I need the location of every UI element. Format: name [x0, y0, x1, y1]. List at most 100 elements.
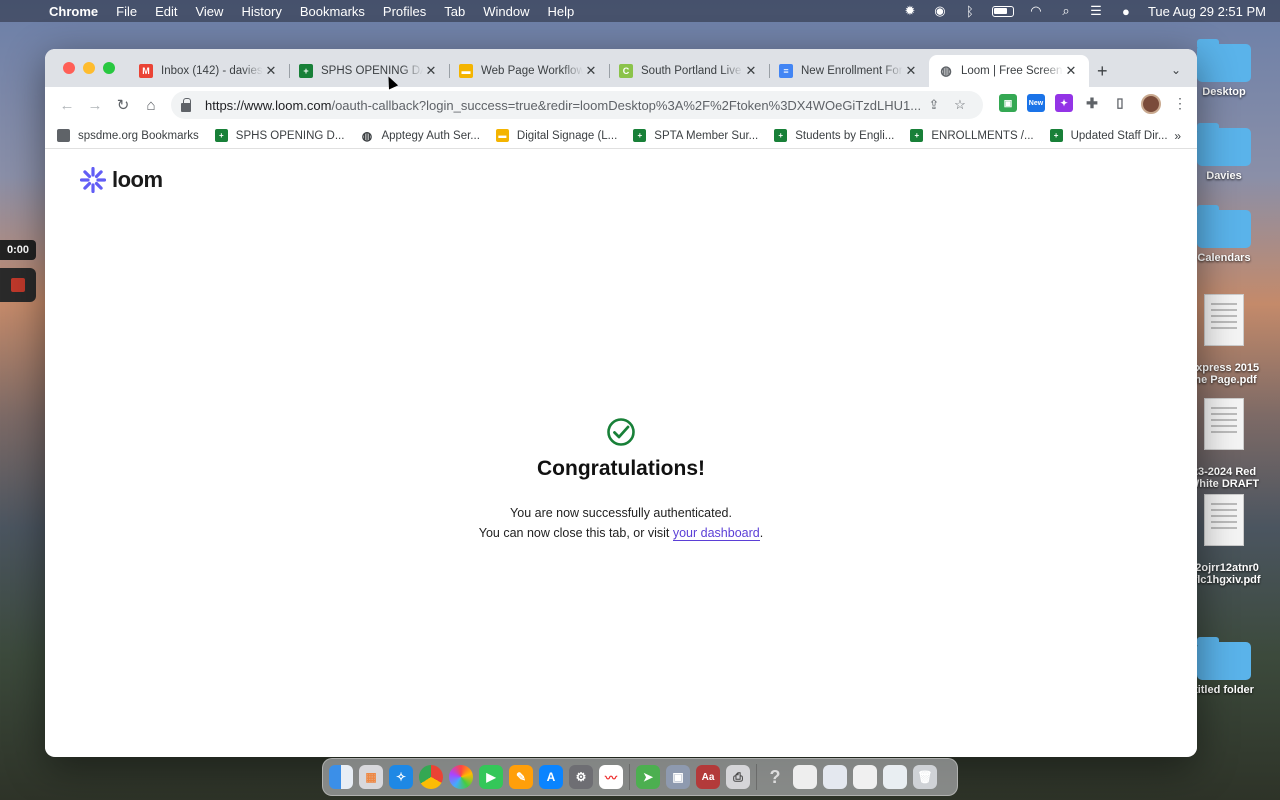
menu-view[interactable]: View	[186, 4, 232, 19]
close-tab-icon[interactable]: ✕	[1063, 63, 1079, 79]
bookmark-folder-spsdme[interactable]: spsdme.org Bookmarks	[57, 129, 199, 142]
lock-icon[interactable]	[181, 97, 191, 112]
document-stack-icon[interactable]	[793, 765, 817, 789]
tab-gmail-inbox[interactable]: M Inbox (142) - davies ✕	[129, 55, 289, 87]
profile-avatar[interactable]	[1141, 94, 1161, 114]
auth-success-text: You are now successfully authenticated.	[510, 506, 732, 520]
tab-new-enrollment-form[interactable]: ≡ New Enrollment Form ✕	[769, 55, 929, 87]
globe-icon: ◍	[939, 63, 953, 78]
tab-search-chevron-icon[interactable]: ⌄	[1171, 63, 1181, 77]
close-tab-icon[interactable]: ✕	[743, 63, 759, 79]
zoom-window-button[interactable]	[103, 62, 115, 74]
stop-recording-button[interactable]	[0, 268, 36, 302]
menu-bookmarks[interactable]: Bookmarks	[291, 4, 374, 19]
minimize-window-button[interactable]	[83, 62, 95, 74]
bookmark-spta-member[interactable]: + SPTA Member Sur...	[633, 129, 758, 142]
help-icon[interactable]: ?	[763, 765, 787, 789]
close-tab-icon[interactable]: ✕	[263, 63, 279, 79]
facetime-icon[interactable]: ▶	[479, 765, 503, 789]
back-button[interactable]: ←	[53, 97, 81, 114]
side-panel-icon[interactable]: ▯	[1111, 94, 1129, 112]
bookmark-digital-signage[interactable]: ▬ Digital Signage (L...	[495, 129, 617, 142]
close-window-button[interactable]	[63, 62, 75, 74]
preview-icon[interactable]: ▣	[666, 765, 690, 789]
menu-help[interactable]: Help	[539, 4, 584, 19]
dictionary-icon[interactable]: Aa	[696, 765, 720, 789]
tab-title: Inbox (142) - davies	[161, 65, 263, 77]
extensions-puzzle-icon[interactable]: ✚	[1083, 94, 1101, 112]
share-icon[interactable]: ⇪	[921, 97, 947, 113]
extension-new-badge[interactable]: New	[1027, 94, 1045, 112]
system-settings-icon[interactable]: ⚙	[569, 765, 593, 789]
bookmark-star-icon[interactable]: ☆	[947, 97, 973, 113]
bookmark-label: spsdme.org Bookmarks	[78, 129, 199, 142]
brightness-icon[interactable]: ✹	[902, 3, 918, 19]
bluetooth-icon[interactable]: ᛒ	[962, 4, 978, 19]
tab-title: Web Page Workflow	[481, 65, 583, 77]
maps-icon[interactable]: ➤	[636, 765, 660, 789]
document-stack-icon[interactable]	[883, 765, 907, 789]
photos-icon[interactable]	[449, 765, 473, 789]
wifi-icon[interactable]: ◠	[1028, 3, 1044, 19]
bookmark-sphs-opening[interactable]: + SPHS OPENING D...	[214, 129, 345, 142]
printer-icon[interactable]: ⎙	[726, 765, 750, 789]
tab-sphs-opening-day[interactable]: + SPHS OPENING DAY ✕	[289, 55, 449, 87]
tab-loom-active[interactable]: ◍ Loom | Free Screen ✕	[929, 55, 1089, 87]
app-store-icon[interactable]: A	[539, 765, 563, 789]
bookmark-apptegy-auth[interactable]: ◍ Apptegy Auth Ser...	[360, 129, 480, 143]
menu-edit[interactable]: Edit	[146, 4, 186, 19]
battery-icon[interactable]	[991, 5, 1014, 17]
google-slides-icon: ▬	[495, 129, 509, 142]
instructions-prefix: You can now close this tab, or visit	[478, 526, 673, 540]
document-stack-icon[interactable]	[823, 765, 847, 789]
dock-separator	[629, 764, 630, 790]
home-button[interactable]: ⌂	[137, 97, 165, 114]
spotlight-search-icon[interactable]: ⌕	[1058, 3, 1074, 19]
window-controls	[63, 62, 115, 74]
finder-icon[interactable]	[329, 765, 353, 789]
bookmark-label: ENROLLMENTS /...	[931, 129, 1034, 142]
congratulations-heading: Congratulations!	[537, 457, 705, 480]
bookmark-label: SPHS OPENING D...	[235, 129, 345, 142]
menu-clock[interactable]: Tue Aug 29 2:51 PM	[1148, 4, 1266, 19]
folder-icon	[1197, 39, 1251, 82]
chrome-icon[interactable]	[419, 765, 443, 789]
document-stack-icon[interactable]	[853, 765, 877, 789]
freeform-icon[interactable]: 〰	[599, 765, 623, 789]
airdrop-icon[interactable]: ◉	[932, 3, 948, 19]
bookmarks-overflow-button[interactable]: »	[1174, 129, 1181, 143]
menu-profiles[interactable]: Profiles	[374, 4, 435, 19]
bookmark-updated-staff-dir[interactable]: + Updated Staff Dir...	[1049, 129, 1168, 142]
extension-green-icon[interactable]: ▣	[999, 94, 1017, 112]
url-text[interactable]: https://www.loom.com/oauth-callback?logi…	[205, 98, 921, 113]
bookmark-students-by-english[interactable]: + Students by Engli...	[774, 129, 894, 142]
reload-button[interactable]: ↻	[109, 96, 137, 114]
launchpad-icon[interactable]: ▦	[359, 765, 383, 789]
menu-file[interactable]: File	[107, 4, 146, 19]
extension-puzzle-purple-icon[interactable]: ✦	[1055, 94, 1073, 112]
forward-button[interactable]: →	[81, 97, 109, 114]
pages-icon[interactable]: ✎	[509, 765, 533, 789]
close-tab-icon[interactable]: ✕	[423, 63, 439, 79]
menu-tab[interactable]: Tab	[435, 4, 474, 19]
dashboard-link[interactable]: your dashboard	[672, 526, 760, 541]
menu-history[interactable]: History	[232, 4, 290, 19]
new-tab-button[interactable]: +	[1097, 61, 1108, 82]
bookmark-enrollments[interactable]: + ENROLLMENTS /...	[910, 129, 1034, 142]
siri-icon[interactable]: ●	[1118, 4, 1134, 19]
close-tab-icon[interactable]: ✕	[903, 63, 919, 79]
loom-logo-text: loom	[112, 167, 163, 192]
address-bar[interactable]: https://www.loom.com/oauth-callback?logi…	[171, 91, 983, 119]
tab-south-portland-live[interactable]: C South Portland Live ✕	[609, 55, 769, 87]
chrome-menu-icon[interactable]: ⋮	[1173, 95, 1187, 112]
page-content: loom Congratulations! You are now succes…	[45, 149, 1197, 755]
success-message: Congratulations! You are now successfull…	[45, 417, 1197, 543]
tab-web-page-workflow[interactable]: ▬ Web Page Workflow ✕	[449, 55, 609, 87]
menu-app-name[interactable]: Chrome	[40, 4, 107, 19]
trash-icon[interactable]: 🗑	[913, 765, 937, 789]
menu-window[interactable]: Window	[474, 4, 538, 19]
loom-logo[interactable]: loom	[80, 167, 163, 193]
control-center-icon[interactable]: ☰	[1088, 3, 1104, 19]
close-tab-icon[interactable]: ✕	[583, 63, 599, 79]
safari-icon[interactable]: ✧	[389, 765, 413, 789]
